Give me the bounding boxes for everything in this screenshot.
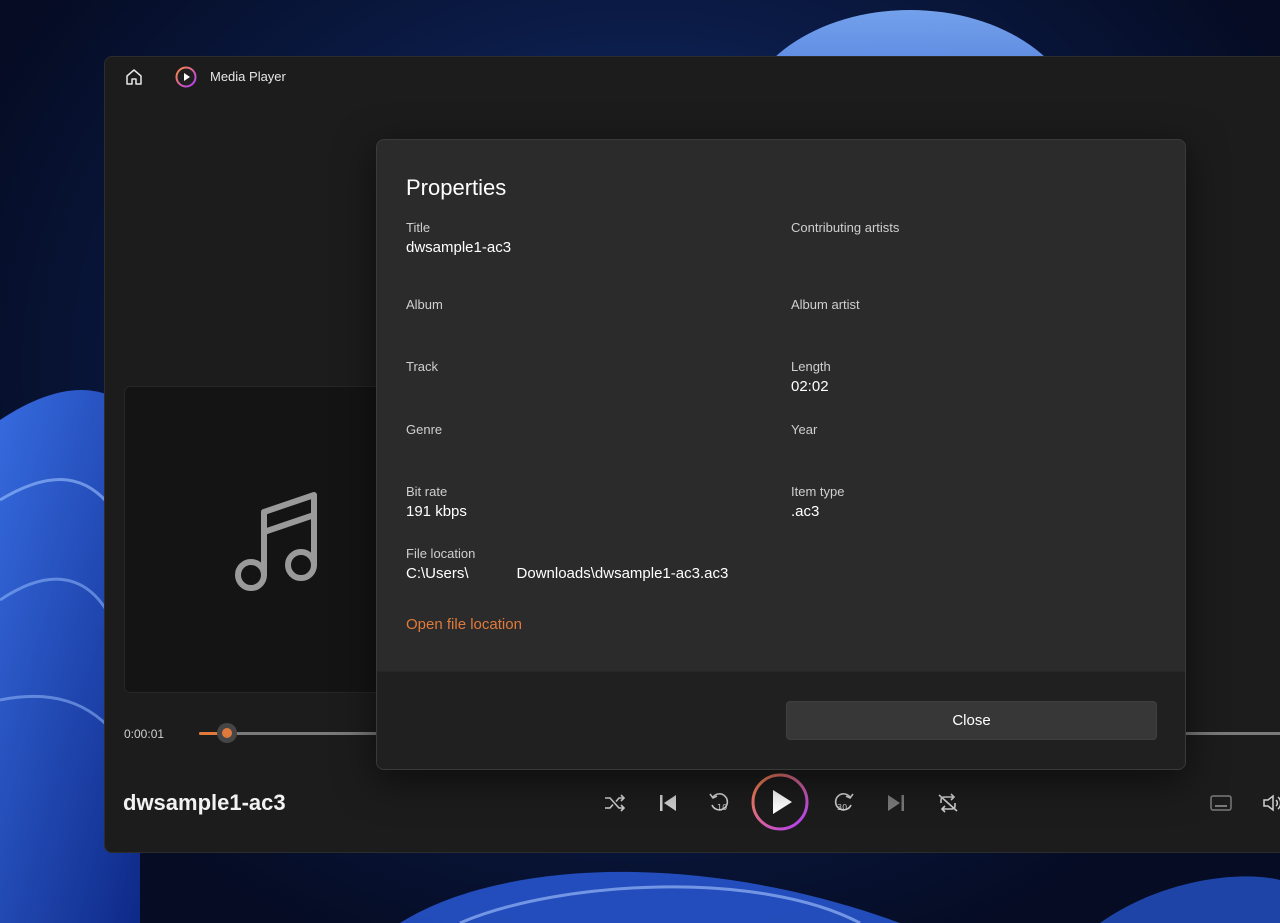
prop-value: dwsample1-ac3 bbox=[406, 239, 512, 256]
prop-value: 191 kbps bbox=[406, 503, 467, 520]
prop-value: .ac3 bbox=[791, 503, 820, 520]
prop-label: Genre bbox=[406, 422, 443, 437]
prop-genre: Genre bbox=[406, 422, 442, 441]
prop-label: Bit rate bbox=[406, 484, 448, 499]
prop-contributing-artists: Contributing artists bbox=[791, 220, 899, 239]
prop-file-location: File location C:\Users\ Downloads\dwsampl… bbox=[406, 546, 728, 582]
prop-title: Title dwsample1-ac3 bbox=[406, 220, 511, 256]
prop-album: Album bbox=[406, 297, 443, 316]
prop-label: Contributing artists bbox=[791, 220, 900, 235]
prop-label: Length bbox=[791, 359, 831, 374]
file-location-start: C:\Users\ bbox=[406, 565, 469, 582]
prop-label: Item type bbox=[791, 484, 845, 499]
prop-track: Track bbox=[406, 359, 438, 378]
prop-label: Track bbox=[406, 359, 439, 374]
prop-bit-rate: Bit rate 191 kbps bbox=[406, 484, 467, 520]
properties-dialog: Properties Title dwsample1-ac3 Contribut… bbox=[376, 139, 1186, 770]
prop-label: Album artist bbox=[791, 297, 860, 312]
prop-label: Album bbox=[406, 297, 443, 312]
close-button[interactable]: Close bbox=[786, 701, 1157, 740]
prop-item-type: Item type .ac3 bbox=[791, 484, 844, 520]
modal-overlay: Properties Title dwsample1-ac3 Contribut… bbox=[0, 0, 1280, 923]
prop-album-artist: Album artist bbox=[791, 297, 860, 316]
file-location-end: Downloads\dwsample1-ac3.ac3 bbox=[516, 565, 729, 582]
prop-value: 02:02 bbox=[791, 378, 829, 395]
prop-value: C:\Users\ Downloads\dwsample1-ac3.ac3 bbox=[406, 565, 728, 582]
prop-label: Year bbox=[791, 422, 818, 437]
prop-year: Year bbox=[791, 422, 817, 441]
prop-length: Length 02:02 bbox=[791, 359, 831, 395]
prop-label: File location bbox=[406, 546, 476, 561]
prop-label: Title bbox=[406, 220, 431, 235]
dialog-footer: Close bbox=[377, 671, 1185, 769]
open-file-location-link[interactable]: Open file location bbox=[406, 616, 522, 633]
dialog-title: Properties bbox=[406, 175, 507, 200]
